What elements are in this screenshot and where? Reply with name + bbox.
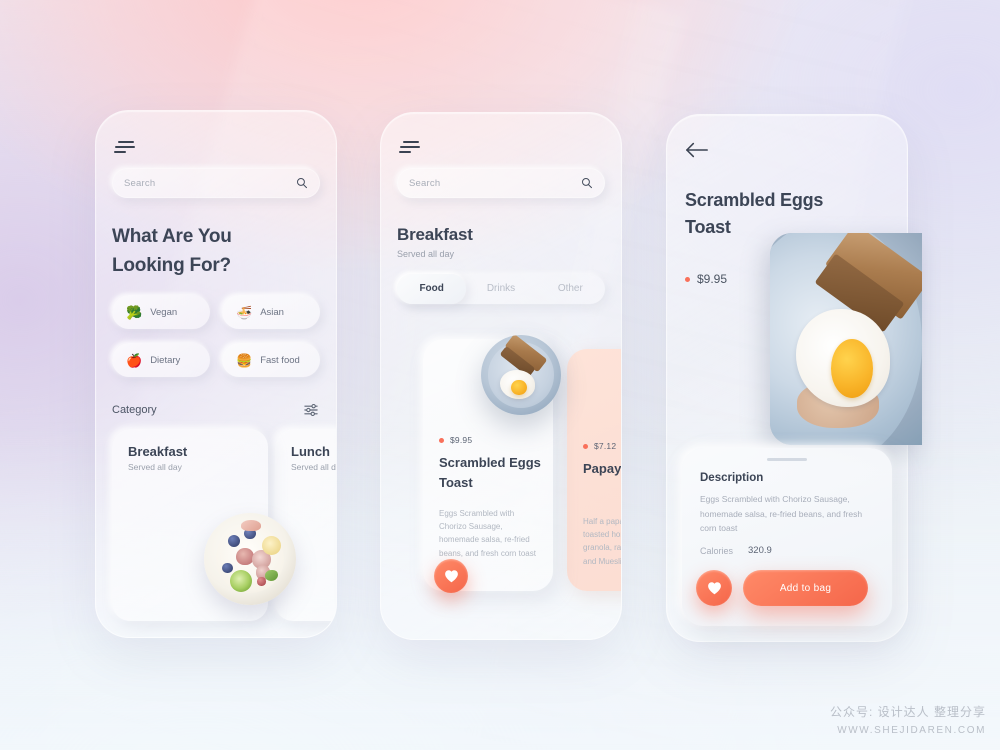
arrow-left-icon[interactable] bbox=[685, 141, 709, 159]
chip-label: Fast food bbox=[260, 354, 300, 366]
favorite-button[interactable] bbox=[696, 570, 732, 606]
watermark-line1: 公众号: 设计达人 整理分享 bbox=[829, 705, 986, 719]
burger-icon: 🍔 bbox=[236, 352, 253, 368]
category-card-subtitle: Served all day bbox=[128, 462, 182, 472]
filter-chip-dietary[interactable]: 🍎 Dietary bbox=[112, 343, 210, 377]
noodles-icon: 🍜 bbox=[236, 304, 253, 320]
food-title: Scrambled Eggs Toast bbox=[439, 455, 541, 491]
hamburger-icon[interactable] bbox=[114, 141, 136, 155]
sliders-icon[interactable] bbox=[304, 403, 318, 417]
category-card-title: Breakfast bbox=[128, 444, 188, 459]
detail-price: $9.95 bbox=[697, 272, 728, 286]
category-card-title: Lunch bbox=[291, 444, 330, 459]
add-to-bag-button[interactable]: Add to bag bbox=[743, 570, 868, 606]
category-card-subtitle: Served all day bbox=[291, 462, 336, 472]
filter-chip-fast-food[interactable]: 🍔 Fast food bbox=[222, 343, 320, 377]
calories-value: 320.9 bbox=[748, 545, 772, 556]
favorite-button[interactable] bbox=[434, 559, 468, 593]
category-heading: Category bbox=[112, 404, 157, 416]
category-tabs: Food Drinks Other bbox=[397, 274, 605, 304]
chip-label: Vegan bbox=[150, 306, 178, 318]
watermark-line2: WWW.SHEJIDAREN.COM bbox=[837, 725, 986, 736]
detail-price-row: $9.95 bbox=[685, 272, 727, 286]
phone-screen-breakfast-list: Search Breakfast Served all day Food Dri… bbox=[380, 112, 622, 640]
tab-drinks[interactable]: Drinks bbox=[466, 274, 535, 304]
tab-other[interactable]: Other bbox=[536, 274, 605, 304]
sheet-grabber[interactable] bbox=[767, 458, 807, 461]
breakfast-bowl-image bbox=[204, 513, 296, 605]
filter-chip-vegan[interactable]: 🥦 Vegan bbox=[112, 295, 210, 329]
broccoli-icon: 🥦 bbox=[126, 304, 143, 320]
apple-icon: 🍎 bbox=[126, 352, 143, 368]
tab-food[interactable]: Food bbox=[397, 274, 467, 304]
chip-label: Dietary bbox=[150, 354, 181, 366]
food-price: $9.95 bbox=[450, 435, 473, 445]
search-placeholder: Search bbox=[124, 177, 156, 189]
food-plate-image bbox=[481, 335, 561, 415]
food-card-papaya[interactable]: $7.12 Papaya Delight Half a papaya, yogu… bbox=[567, 349, 622, 591]
description-heading: Description bbox=[700, 472, 764, 484]
search-icon bbox=[297, 178, 307, 189]
chip-label: Asian bbox=[260, 306, 284, 318]
food-description: Half a papaya, yogurt, toasted homemade … bbox=[583, 517, 622, 566]
search-input[interactable]: Search bbox=[112, 168, 320, 198]
price-dot-icon bbox=[685, 276, 690, 282]
page-title: What Are You Looking For? bbox=[112, 223, 312, 281]
food-description: Eggs Scrambled with Chorizo Sausage, hom… bbox=[439, 509, 536, 558]
price-dot-icon bbox=[439, 437, 444, 443]
heart-icon bbox=[707, 582, 721, 595]
category-card-lunch[interactable]: Lunch Served all day bbox=[275, 429, 336, 621]
price-dot-icon bbox=[583, 443, 588, 449]
price-row: $9.95 bbox=[439, 435, 472, 445]
page-title-line1: What Are You bbox=[112, 226, 232, 247]
food-price: $7.12 bbox=[594, 441, 617, 451]
hamburger-icon[interactable] bbox=[399, 141, 421, 155]
heart-icon bbox=[444, 570, 458, 583]
page-subtitle: Served all day bbox=[397, 249, 455, 259]
description-body: Eggs Scrambled with Chorizo Sausage, hom… bbox=[700, 494, 863, 534]
filter-chip-asian[interactable]: 🍜 Asian bbox=[222, 295, 320, 329]
phone-screen-home: Search What Are You Looking For? 🥦 Vegan… bbox=[95, 110, 337, 638]
search-input[interactable]: Search bbox=[397, 168, 605, 198]
page-title: Breakfast bbox=[397, 225, 473, 244]
page-title-line2: Looking For? bbox=[112, 254, 231, 276]
price-row: $7.12 bbox=[583, 441, 616, 451]
food-title: Papaya Delight bbox=[583, 461, 622, 476]
calories-label: Calories bbox=[700, 546, 734, 556]
search-placeholder: Search bbox=[409, 177, 441, 189]
detail-sheet: Description Eggs Scrambled with Chorizo … bbox=[682, 448, 892, 626]
detail-hero-image bbox=[770, 233, 922, 445]
search-icon bbox=[582, 178, 592, 189]
